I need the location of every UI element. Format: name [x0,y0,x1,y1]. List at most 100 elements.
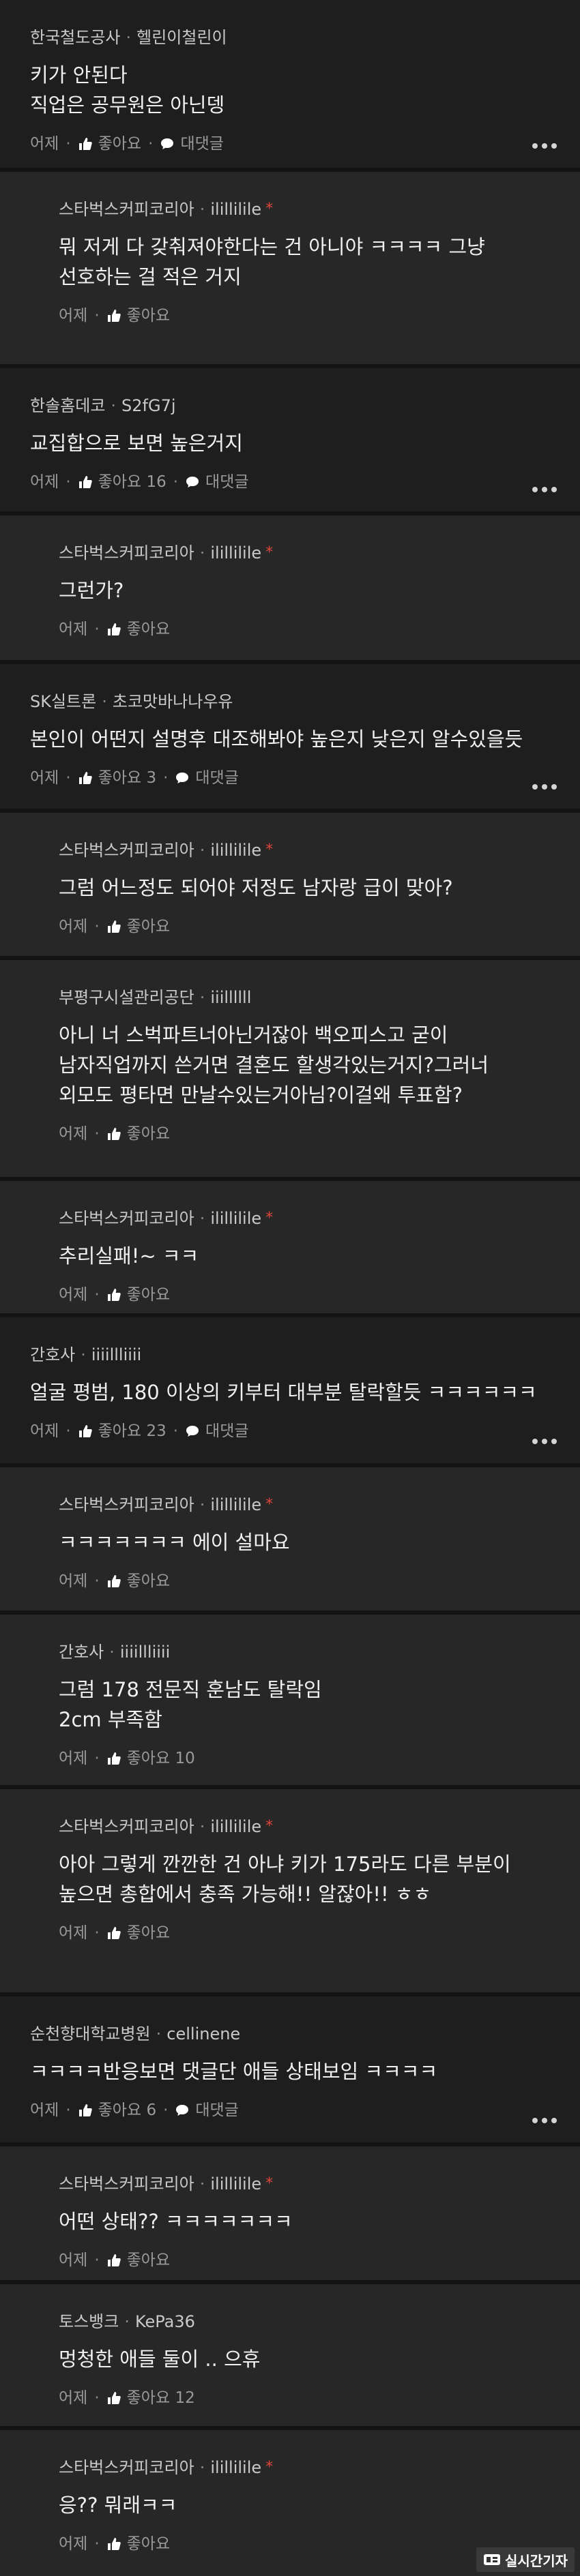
like-button[interactable]: 좋아요 6 [78,2100,156,2121]
comment-text: 본인이 어떤지 설명후 대조해봐야 높은지 낮은지 알수있을듯 [30,728,523,751]
comment-time: 어제 [59,307,88,325]
author-mark: * [265,1210,274,1227]
author-nickname[interactable]: KePa36 [135,2311,195,2332]
separator-dot: · [66,473,71,491]
separator-dot: · [81,1345,86,1364]
company-name: 부평구시설관리공단 [59,988,194,1007]
like-count: 23 [146,1422,166,1440]
thumbs-up-icon [78,2103,93,2118]
like-label: 좋아요 [126,307,171,325]
like-button[interactable]: 좋아요 10 [106,1748,195,1769]
like-button[interactable]: 좋아요 23 [78,1421,166,1441]
like-button[interactable]: 좋아요 [106,1571,170,1591]
like-label: 좋아요 [98,2101,142,2119]
separator-dot: · [94,1125,100,1143]
reply-comment: 스타벅스커피코리아 · ilillilile * 그런가? 어제 · 좋아요 [0,515,580,660]
separator-dot: · [199,1209,205,1228]
company-name: 스타벅스커피코리아 [59,841,194,860]
reply-button[interactable]: 대댓글 [175,2100,239,2121]
author-nickname[interactable]: 헬린이철린이 [136,27,227,48]
author-nickname[interactable]: cellinene [166,2024,240,2044]
author-nickname[interactable]: ilillilile [210,199,261,220]
like-count: 3 [146,769,157,787]
reply-comment: 스타벅스커피코리아 · ilillilile * 추리실패!~ ㅋㅋ 어제 · 좋아요 [0,1181,580,1313]
author-mark: * [265,841,274,858]
separator-dot: · [199,2458,205,2477]
author-nickname[interactable]: ilillilile [210,543,261,563]
reply-button[interactable]: 대댓글 [160,134,224,154]
reply-comment: 부평구시설관리공단 · iiillllll 아니 너 스벅파트너아닌거잖아 백오피스고… [0,960,580,1177]
reply-label: 대댓글 [205,1422,249,1440]
more-options-icon[interactable] [532,784,557,791]
author-nickname[interactable]: ilillilile [210,2174,261,2194]
author-nickname[interactable]: ilillilile [210,1495,261,1515]
company-name: 스타벅스커피코리아 [59,200,194,219]
comment: SK실트론 · 초코맛바나나우유 본인이 어떤지 설명후 대조해봐야 높은지 낮은지 … [0,664,580,809]
reply-label: 대댓글 [195,769,239,787]
thumbs-up-icon [78,770,93,785]
reply-label: 대댓글 [205,473,249,491]
author-nickname[interactable]: 초코맛바나나우유 [113,691,233,712]
like-button[interactable]: 좋아요 [106,305,170,326]
author-nickname[interactable]: ilillilile [210,1816,261,1837]
comment-header: 한국철도공사 · 헬린이철린이 [30,27,553,48]
comment-meta: 어제 · 좋아요 16 · 대댓글 [30,472,553,492]
separator-dot: · [94,2535,100,2553]
thumbs-up-icon [106,1574,121,1589]
like-button[interactable]: 좋아요 [106,1124,170,1144]
like-button[interactable]: 좋아요 [78,134,141,154]
author-nickname[interactable]: S2fG7j [121,395,176,416]
separator-dot: · [148,135,154,153]
like-label: 좋아요 [126,1572,171,1590]
like-button[interactable]: 좋아요 16 [78,472,166,492]
like-label: 좋아요 [98,473,142,491]
reply-button[interactable]: 대댓글 [185,1421,249,1441]
watermark: 실시간기자 [476,2547,575,2572]
like-button[interactable]: 좋아요 [106,619,170,640]
comment-text: 응?? 뭐래ㅋㅋ [59,2493,177,2517]
like-label: 좋아요 [126,620,171,638]
separator-dot: · [94,1286,100,1304]
like-button[interactable]: 좋아요 [106,1285,170,1305]
author-nickname[interactable]: ilillilile [210,1208,261,1229]
author-nickname[interactable]: iiillllll [210,987,251,1008]
speech-bubble-icon [185,475,200,490]
author-nickname[interactable]: ilillilile [210,840,261,860]
comment-text: 멍청한 애들 둘이 .. 으휴 [59,2348,261,2371]
comment-text: 뭐 저게 다 갖춰져야한다는 건 아니야 ㅋㅋㅋㅋ 그냥 선호하는 걸 적은 거… [59,235,485,288]
separator-dot: · [102,692,107,711]
company-name: 스타벅스커피코리아 [59,1495,194,1514]
more-options-icon[interactable] [532,143,557,150]
comment-time: 어제 [59,2389,88,2407]
author-nickname[interactable]: iiiillliiii [91,1345,141,1365]
watermark-text: 실시간기자 [505,2552,568,2569]
comment-time: 어제 [30,769,59,787]
like-button[interactable]: 좋아요 [106,2250,170,2271]
reply-button[interactable]: 대댓글 [175,768,239,788]
more-options-icon[interactable] [532,2118,557,2125]
author-nickname[interactable]: iiiillliiii [120,1642,170,1662]
more-options-icon[interactable] [532,1439,557,1446]
like-button[interactable]: 좋아요 [106,916,170,937]
comment-time: 어제 [59,1125,88,1143]
separator-dot: · [66,769,71,787]
like-button[interactable]: 좋아요 12 [106,2388,195,2408]
company-name: 간호사 [30,1345,76,1364]
reply-button[interactable]: 대댓글 [185,472,249,492]
separator-dot: · [199,2174,205,2193]
company-name: 스타벅스커피코리아 [59,2174,194,2193]
separator-dot: · [109,1643,115,1662]
like-button[interactable]: 좋아요 3 [78,768,156,788]
company-name: 순천향대학교병원 [30,2024,151,2043]
like-button[interactable]: 좋아요 [106,2534,170,2554]
separator-dot: · [199,988,205,1007]
separator-dot: · [199,200,205,219]
watermark-logo-icon [484,2554,500,2565]
reply-label: 대댓글 [180,135,224,153]
comment-text: 그런가? [59,579,124,602]
more-options-icon[interactable] [532,487,557,494]
comment-time: 어제 [30,2101,59,2119]
comment-meta: 어제 · 좋아요 10 [59,1748,553,1769]
author-nickname[interactable]: ilillilile [210,2457,261,2478]
like-button[interactable]: 좋아요 [106,1923,170,1943]
